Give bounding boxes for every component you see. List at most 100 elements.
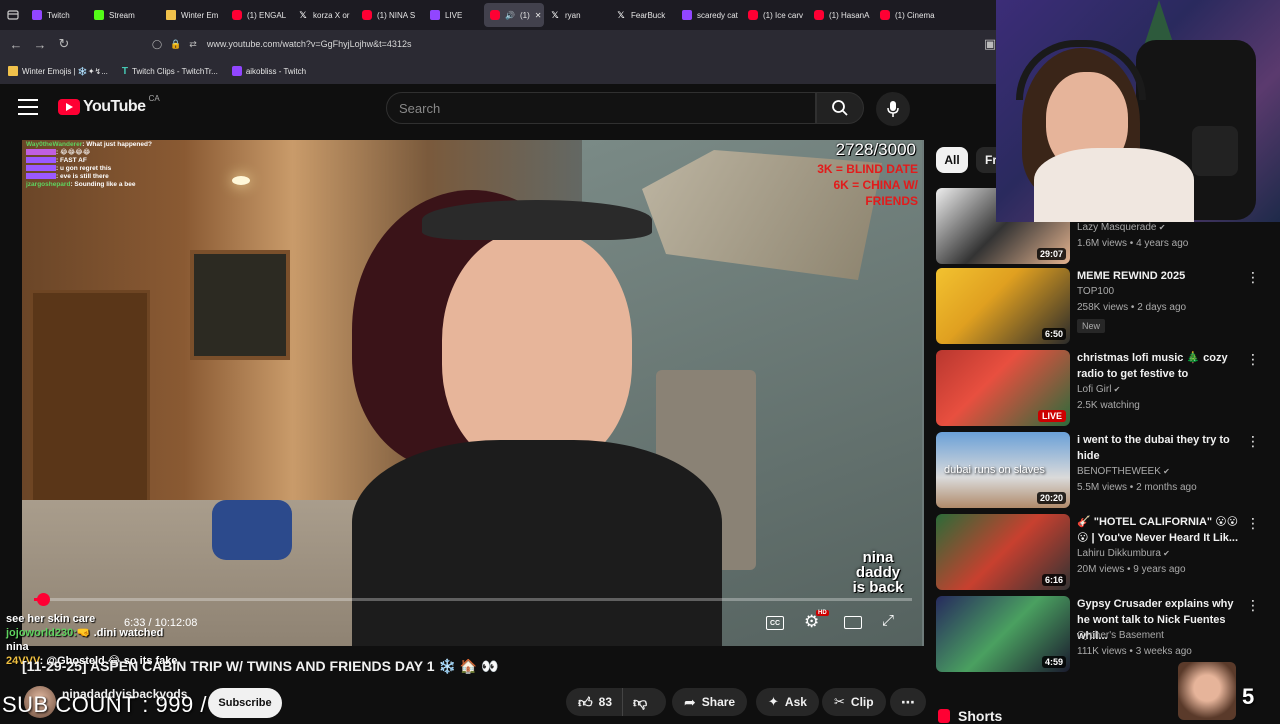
more-vertical-icon[interactable]: ⋮ bbox=[1246, 352, 1260, 366]
chat-message-text: Sounding like a bee bbox=[74, 181, 136, 188]
video-thumbnail[interactable]: 6:16 bbox=[936, 514, 1070, 590]
sub-goal-counter: 2728/3000 bbox=[835, 140, 916, 159]
browser-tab[interactable]: 𝕏 FearBuck bbox=[610, 0, 676, 30]
sub-goal-avatar bbox=[1178, 662, 1236, 720]
recommended-title[interactable]: christmas lofi music 🎄 cozy radio to get… bbox=[1077, 350, 1243, 382]
browser-tab[interactable]: 𝕏ryan bbox=[544, 0, 610, 30]
url-text[interactable]: www.youtube.com/watch?v=GgFhyjLojhw&t=43… bbox=[207, 39, 412, 49]
permissions-icon[interactable]: ⇄ bbox=[189, 39, 197, 50]
video-player[interactable]: Way0theWanderer: What just happened?: 😂😂… bbox=[22, 140, 924, 646]
more-vertical-icon[interactable]: ⋮ bbox=[1246, 434, 1260, 448]
search-input[interactable]: Search bbox=[386, 92, 816, 124]
duration-badge: 29:07 bbox=[1036, 248, 1066, 260]
browser-tab[interactable]: 🔊 (1) ✕ bbox=[484, 3, 544, 27]
captions-button[interactable]: CC bbox=[766, 616, 784, 630]
clip-button[interactable]: ✂ Clip bbox=[822, 688, 886, 716]
channel-label: Lofi Girl bbox=[1077, 384, 1112, 395]
recommended-meta: 5.5M views • 2 months ago bbox=[1077, 482, 1197, 493]
verified-icon: ✔ bbox=[1111, 385, 1121, 394]
progress-scrubber[interactable] bbox=[37, 593, 50, 606]
recommended-channel[interactable]: Lahiru Dikkumbura ✔ bbox=[1077, 548, 1170, 559]
recommended-channel[interactable]: Lazy Masquerade ✔ bbox=[1077, 222, 1165, 233]
like-button[interactable]: 👍︎ 83 bbox=[566, 688, 623, 716]
recommended-channel[interactable]: BENOFTHEWEEK ✔ bbox=[1077, 466, 1170, 477]
overlay-chat-username: jojoworld230: bbox=[6, 627, 77, 639]
thumbnail-text: dubai runs on slaves bbox=[944, 464, 1045, 476]
youtube-icon bbox=[814, 10, 824, 20]
tab-list-icon[interactable] bbox=[0, 3, 26, 27]
voice-search-button[interactable] bbox=[876, 92, 910, 126]
ask-button[interactable]: ✦ Ask bbox=[756, 688, 819, 716]
speaker-icon[interactable]: 🔊 bbox=[505, 11, 515, 20]
browser-tab[interactable]: (1) NINA S bbox=[356, 0, 424, 30]
recommended-video[interactable]: 6:50 MEME REWIND 2025 TOP100 258K views • 2… bbox=[936, 268, 1276, 344]
scissors-icon: ✂ bbox=[834, 694, 845, 709]
browser-tab[interactable]: (1) Cinema bbox=[874, 0, 938, 30]
recommended-channel[interactable]: Lofi Girl ✔ bbox=[1077, 384, 1120, 395]
watermark-line: is back bbox=[852, 579, 904, 596]
youtube-logo[interactable]: YouTube CA bbox=[58, 94, 160, 116]
recommended-meta: 258K views • 2 days ago bbox=[1077, 302, 1187, 313]
browser-tab[interactable]: Stream bbox=[88, 0, 160, 30]
recommended-title[interactable]: MEME REWIND 2025 bbox=[1077, 268, 1243, 284]
bookmark-aikobliss[interactable]: aikobliss - Twitch bbox=[231, 66, 306, 76]
more-actions-button[interactable]: ⋯ bbox=[890, 688, 926, 716]
browser-tab[interactable]: Winter Em bbox=[160, 0, 226, 30]
sparkle-icon: ✦ bbox=[768, 694, 779, 709]
browser-tab[interactable]: LIVE bbox=[424, 0, 484, 30]
stream-chat-message: : u gon regret this bbox=[26, 165, 226, 173]
chip-all[interactable]: All bbox=[936, 147, 968, 173]
dislike-button[interactable]: 👎︎ bbox=[623, 688, 657, 716]
menu-icon[interactable] bbox=[18, 99, 38, 115]
hd-badge: HD bbox=[816, 610, 829, 616]
video-thumbnail[interactable]: LIVE bbox=[936, 350, 1070, 426]
overlay-chat-message: see her skin care bbox=[6, 612, 246, 626]
share-button[interactable]: ➦ Share bbox=[672, 688, 748, 716]
browser-tab[interactable]: (1) ENGAL bbox=[226, 0, 292, 30]
subscribe-button[interactable]: Subscribe bbox=[208, 688, 282, 718]
channel-label: TOP100 bbox=[1077, 286, 1115, 297]
more-vertical-icon[interactable]: ⋮ bbox=[1246, 598, 1260, 612]
forward-icon[interactable]: → bbox=[28, 32, 52, 56]
shield-icon[interactable]: ◯ bbox=[152, 39, 162, 50]
chat-message-text: eve is still there bbox=[59, 173, 109, 180]
tab-label: (1) HasanA bbox=[829, 10, 870, 20]
recommended-video[interactable]: 4:59 Gypsy Crusader explains why he wont … bbox=[936, 596, 1276, 672]
recommended-video[interactable]: 6:16 🎸 "HOTEL CALIFORNIA" 😮😮 😮 | You've N… bbox=[936, 514, 1276, 590]
lock-icon[interactable]: 🔒 bbox=[170, 39, 181, 50]
miniplayer-icon[interactable] bbox=[844, 616, 862, 629]
recommended-title[interactable]: i went to the dubai they try to hide bbox=[1077, 432, 1243, 464]
recommended-meta: 111K views • 3 weeks ago bbox=[1077, 646, 1192, 657]
browser-tab[interactable]: (1) HasanA bbox=[808, 0, 874, 30]
video-thumbnail[interactable]: 6:50 bbox=[936, 268, 1070, 344]
webcam-sweater bbox=[1034, 148, 1194, 222]
twitch-icon bbox=[32, 10, 42, 20]
channel-label: Lahiru Dikkumbura bbox=[1077, 548, 1161, 559]
recommended-meta: 2.5K watching bbox=[1077, 400, 1140, 411]
recommended-video[interactable]: dubai runs on slaves 20:20 i went to the d… bbox=[936, 432, 1276, 508]
bookmark-winter-emojis[interactable]: Winter Emojis | ❄️✦↯... bbox=[8, 66, 108, 76]
video-thumbnail[interactable]: 4:59 bbox=[936, 596, 1070, 672]
browser-tab[interactable]: scaredy cat bbox=[676, 0, 742, 30]
chat-username: jzargoshepard bbox=[26, 181, 71, 189]
recommended-video[interactable]: LIVE christmas lofi music 🎄 cozy radio to… bbox=[936, 350, 1276, 426]
fullscreen-icon[interactable]: ⤢ bbox=[882, 612, 894, 629]
close-tab-icon[interactable]: ✕ bbox=[535, 11, 542, 20]
duration-badge: 20:20 bbox=[1036, 492, 1066, 504]
recommended-channel[interactable]: TOP100 bbox=[1077, 286, 1114, 297]
recommended-title[interactable]: 🎸 "HOTEL CALIFORNIA" 😮😮 😮 | You've Never… bbox=[1077, 514, 1243, 546]
address-bar[interactable]: ◯ 🔒 ⇄ www.youtube.com/watch?v=GgFhyjLojh… bbox=[152, 34, 992, 54]
back-icon[interactable]: ← bbox=[4, 32, 28, 56]
video-thumbnail[interactable]: dubai runs on slaves 20:20 bbox=[936, 432, 1070, 508]
browser-tab[interactable]: (1) Ice carv bbox=[742, 0, 808, 30]
more-vertical-icon[interactable]: ⋮ bbox=[1246, 270, 1260, 284]
browser-tab[interactable]: Twitch bbox=[26, 0, 88, 30]
folder-icon bbox=[166, 10, 176, 20]
reload-icon[interactable]: ↻ bbox=[52, 32, 76, 56]
more-vertical-icon[interactable]: ⋮ bbox=[1246, 516, 1260, 530]
progress-track[interactable] bbox=[34, 593, 912, 606]
search-button[interactable] bbox=[816, 92, 864, 124]
bookmark-twitch-clips[interactable]: T Twitch Clips - TwitchTr... bbox=[122, 66, 218, 77]
browser-tab[interactable]: 𝕏korza X or bbox=[292, 0, 356, 30]
recommended-channel[interactable]: Cypher's Basement bbox=[1077, 630, 1164, 641]
